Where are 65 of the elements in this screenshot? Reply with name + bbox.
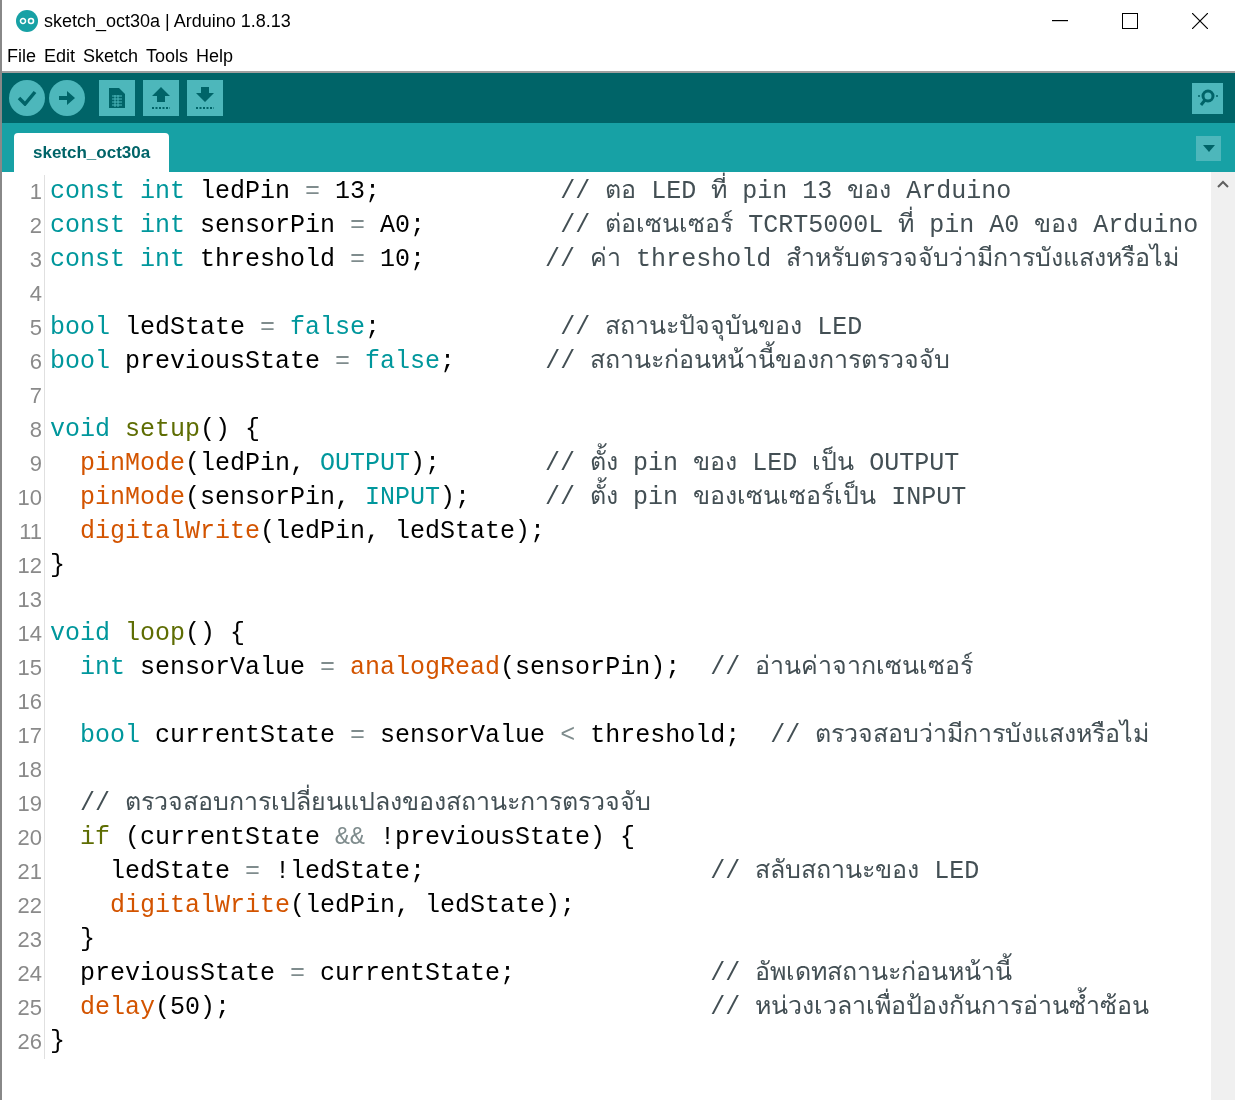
line-number: 20 — [16, 824, 43, 852]
line-number: 7 — [28, 382, 43, 410]
line-number: 11 — [18, 518, 43, 546]
code-line: bool ledState = false; // สถานะปัจจุบันของ LED — [50, 312, 863, 342]
line-number: 16 — [16, 688, 43, 716]
code-line: void setup() { — [50, 414, 261, 446]
document-icon — [108, 87, 126, 109]
save-button[interactable] — [187, 80, 223, 116]
search-icon — [1195, 88, 1220, 108]
code-line: const int threshold = 10; // ค่า threshold สำหรับตรวจจับว่ามีการบังแสงหรือไม่ — [50, 243, 1180, 276]
line-number: 25 — [16, 994, 43, 1022]
line-number: 15 — [16, 654, 43, 682]
close-icon — [1192, 13, 1208, 29]
caret-icon — [1202, 145, 1215, 152]
tab-menu-button[interactable] — [1196, 136, 1221, 161]
code-line: } — [79, 924, 95, 956]
line-number: 23 — [16, 926, 43, 954]
line-number: 8 — [28, 416, 43, 444]
minimize-icon — [1052, 20, 1068, 22]
line-number: 3 — [28, 246, 43, 274]
upload-button[interactable] — [49, 80, 85, 116]
code-line: digitalWrite(ledPin, ledState); — [109, 890, 576, 922]
editor-tab[interactable]: sketch_oct30a — [14, 133, 170, 172]
maximize-icon — [1122, 13, 1138, 29]
line-number: 13 — [16, 586, 43, 614]
line-number: 1 — [28, 178, 43, 206]
menu-item[interactable]: Help — [196, 43, 234, 70]
line-number: 2 — [28, 212, 43, 240]
down-arrow-icon — [194, 86, 216, 110]
menu-item[interactable]: Edit — [44, 43, 76, 70]
line-number: 12 — [16, 552, 43, 580]
checkmark-icon — [17, 90, 37, 106]
open-button[interactable] — [143, 80, 179, 116]
line-number: 17 — [16, 722, 43, 750]
new-button[interactable] — [99, 80, 135, 116]
line-number: 18 — [16, 756, 43, 784]
line-number: 19 — [16, 790, 43, 818]
serial-monitor-button[interactable] — [1192, 82, 1223, 114]
code-line: int sensorValue = analogRead(sensorPin); // อ่านค่าจากเซนเซอร์ — [79, 651, 974, 684]
menu-item[interactable]: Sketch — [83, 43, 139, 70]
line-number: 21 — [16, 858, 43, 886]
code-line: bool currentState = sensorValue < threshold; // ตรวจสอบว่ามีการบังแสงหรือไม่ — [79, 719, 1150, 752]
code-line: void loop() { — [50, 618, 246, 650]
up-arrow-icon — [150, 86, 172, 110]
scroll-up-icon — [1217, 180, 1229, 188]
menu-item[interactable]: File — [7, 43, 36, 70]
line-number: 4 — [28, 280, 43, 308]
line-number: 22 — [16, 892, 43, 920]
code-line: } — [50, 1026, 65, 1058]
verify-button[interactable] — [9, 80, 45, 116]
window-title: sketch_oct30a | Arduino 1.8.13 — [44, 9, 291, 34]
menu-item[interactable]: Tools — [146, 43, 189, 70]
code-line: } — [50, 550, 65, 582]
line-number: 5 — [28, 314, 43, 342]
code-line: ledState = !ledState; // สลับสถานะของ LED — [109, 856, 980, 888]
arrow-icon — [58, 90, 76, 106]
line-number: 6 — [28, 348, 43, 376]
line-number: 26 — [16, 1028, 43, 1056]
line-number: 14 — [16, 620, 43, 648]
line-number: 24 — [16, 960, 43, 988]
line-number: 9 — [28, 450, 43, 478]
code-line: if (currentState && !previousState) { — [79, 822, 636, 854]
line-number: 10 — [16, 484, 43, 512]
code-line: digitalWrite(ledPin, ledState); — [79, 516, 546, 548]
app-logo-icon — [16, 10, 38, 32]
